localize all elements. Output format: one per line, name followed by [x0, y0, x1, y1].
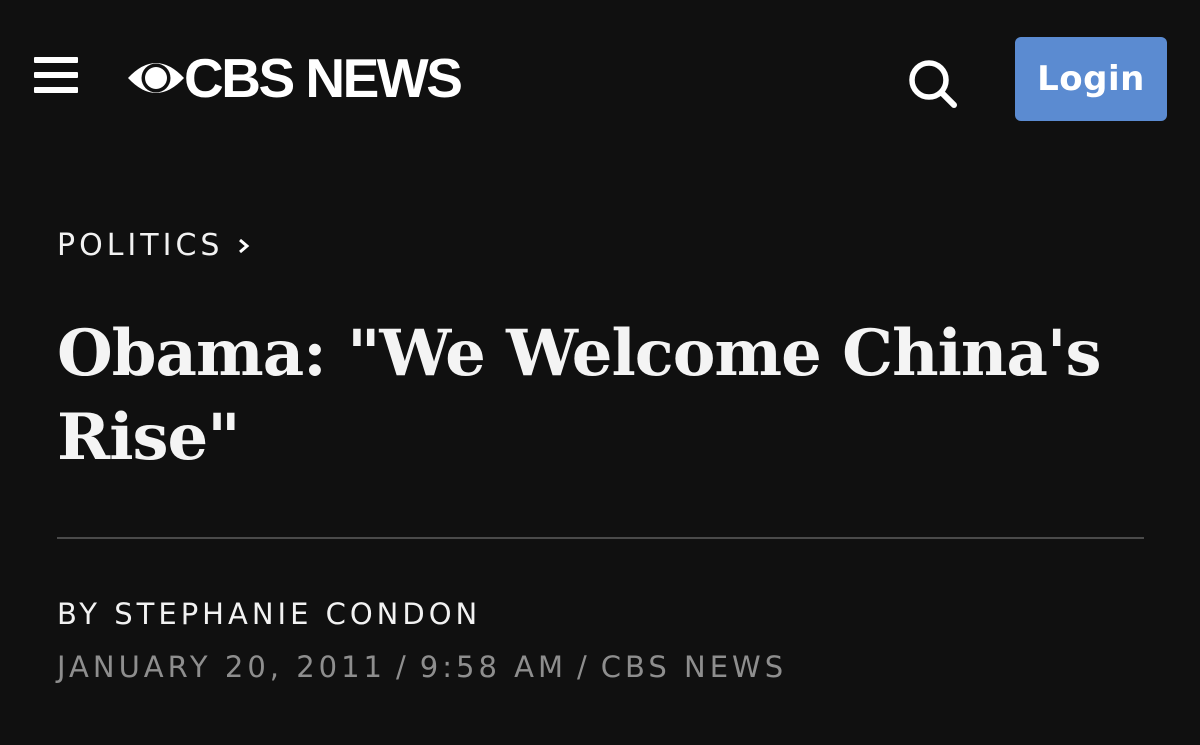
meta-separator: / — [396, 650, 410, 684]
publish-time: 9:58 AM — [419, 650, 567, 684]
article-page: CBS NEWS Login POLITICS Obama: "We Welco… — [0, 0, 1200, 745]
meta-separator: / — [577, 650, 591, 684]
cbs-eye-icon — [128, 63, 184, 93]
chevron-right-icon — [239, 238, 250, 253]
article-headline: Obama: "We Welcome China's Rise" — [57, 316, 1102, 475]
article-meta: JANUARY 20, 2011 / 9:58 AM / CBS NEWS — [57, 650, 787, 684]
search-icon[interactable] — [906, 57, 960, 111]
publish-date: JANUARY 20, 2011 — [57, 650, 387, 684]
cbs-news-logo[interactable]: CBS NEWS — [126, 47, 463, 109]
article-source: CBS NEWS — [600, 650, 788, 684]
category-link[interactable]: POLITICS — [57, 228, 223, 263]
menu-bar — [34, 57, 78, 63]
logo-text: CBS NEWS — [184, 47, 463, 109]
hamburger-menu-icon[interactable] — [34, 55, 78, 97]
menu-bar — [34, 72, 78, 78]
article-byline: BY STEPHANIE CONDON — [57, 597, 482, 631]
login-button[interactable]: Login — [1015, 37, 1167, 121]
breadcrumb[interactable]: POLITICS — [57, 228, 251, 263]
menu-bar — [34, 87, 78, 93]
divider — [57, 537, 1144, 539]
